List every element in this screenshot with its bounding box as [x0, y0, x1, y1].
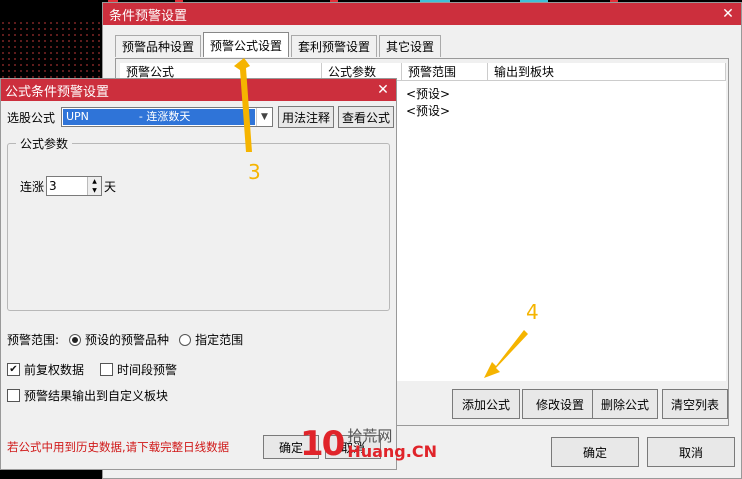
checkbox-output-block[interactable] [7, 389, 20, 402]
formula-description: - 连涨数天 [138, 110, 191, 123]
column-header-range[interactable]: 预警范围 [402, 63, 488, 80]
sub-cancel-button[interactable]: 取消 [325, 435, 381, 459]
checkbox-time-period[interactable] [100, 363, 114, 376]
formula-selected-value: UPN - 连涨数天 [63, 109, 255, 125]
close-icon[interactable]: ✕ [715, 3, 741, 25]
usage-notes-button[interactable]: 用法注释 [278, 106, 334, 128]
tab-formula-settings[interactable]: 预警公式设置 [203, 32, 290, 57]
stepper-down-icon[interactable]: ▼ [88, 186, 102, 195]
list-item[interactable]: <预设> [406, 85, 450, 102]
checkbox-forward-adjusted[interactable]: ✔ [7, 363, 20, 376]
checkbox-time-period-label[interactable]: 时间段预警 [117, 361, 177, 378]
radio-preset-label[interactable]: 预设的预警品种 [85, 331, 169, 348]
annotation-label-4: 4 [526, 300, 539, 324]
history-data-warning: 若公式中用到历史数据,请下载完整日线数据 [7, 440, 230, 454]
delete-formula-button[interactable]: 删除公式 [592, 389, 658, 419]
view-formula-button[interactable]: 查看公式 [338, 106, 394, 128]
main-cancel-button[interactable]: 取消 [647, 437, 735, 467]
main-dialog-title: 条件预警设置 [109, 8, 188, 24]
tab-other-settings[interactable]: 其它设置 [379, 35, 442, 57]
stepper-buttons: ▲ ▼ [87, 177, 102, 195]
main-ok-button[interactable]: 确定 [551, 437, 639, 467]
clear-list-button[interactable]: 清空列表 [662, 389, 728, 419]
sub-titlebar[interactable]: 公式条件预警设置 ✕ [1, 79, 396, 101]
check-row-2: 预警结果输出到自定义板块 [7, 387, 168, 404]
tab-symbol-settings[interactable]: 预警品种设置 [115, 35, 202, 57]
group-title: 公式参数 [16, 135, 73, 152]
radio-specified-label[interactable]: 指定范围 [195, 331, 243, 348]
formula-dropdown[interactable]: UPN - 连涨数天 ▼ [61, 107, 273, 127]
tab-arbitrage-settings[interactable]: 套利预警设置 [291, 35, 378, 57]
formula-code: UPN [66, 110, 89, 123]
sub-dialog-title: 公式条件预警设置 [5, 84, 110, 100]
chart-dots [0, 20, 102, 80]
param-unit: 天 [104, 179, 117, 194]
param-label: 连涨 [20, 179, 45, 194]
check-row-1: ✔ 前复权数据 时间段预警 [7, 361, 177, 378]
list-item[interactable]: <预设> [406, 102, 450, 119]
days-value[interactable]: 3 [47, 177, 87, 195]
range-row: 预警范围: 预设的预警品种 指定范围 [7, 331, 243, 348]
close-icon[interactable]: ✕ [370, 79, 396, 101]
tab-strip: 预警品种设置 预警公式设置 套利预警设置 其它设置 [115, 32, 443, 57]
sub-ok-button[interactable]: 确定 [263, 435, 319, 459]
range-label: 预警范围: [7, 333, 60, 347]
select-formula-label: 选股公式 [7, 111, 56, 125]
stepper-up-icon[interactable]: ▲ [88, 177, 102, 186]
checkbox-forward-adjusted-label[interactable]: 前复权数据 [24, 361, 84, 378]
days-stepper[interactable]: 3 ▲ ▼ [46, 176, 103, 196]
param-row: 连涨 3 ▲ ▼ 天 [20, 176, 116, 196]
add-formula-button[interactable]: 添加公式 [452, 389, 520, 419]
formula-alert-dialog: 公式条件预警设置 ✕ 选股公式 UPN - 连涨数天 ▼ 用法注释 查看公式 公… [0, 78, 397, 470]
chevron-down-icon[interactable]: ▼ [256, 108, 272, 126]
annotation-label-3: 3 [248, 160, 261, 184]
radio-specified-range[interactable] [179, 333, 192, 346]
formula-params-group: 公式参数 连涨 3 ▲ ▼ 天 [7, 135, 390, 311]
checkbox-output-block-label[interactable]: 预警结果输出到自定义板块 [24, 387, 168, 404]
radio-preset-symbols[interactable] [69, 333, 82, 346]
select-row: 选股公式 [7, 109, 55, 126]
main-titlebar[interactable]: 条件预警设置 ✕ [103, 3, 741, 25]
modify-settings-button[interactable]: 修改设置 [522, 389, 598, 419]
column-header-output[interactable]: 输出到板块 [488, 63, 726, 80]
